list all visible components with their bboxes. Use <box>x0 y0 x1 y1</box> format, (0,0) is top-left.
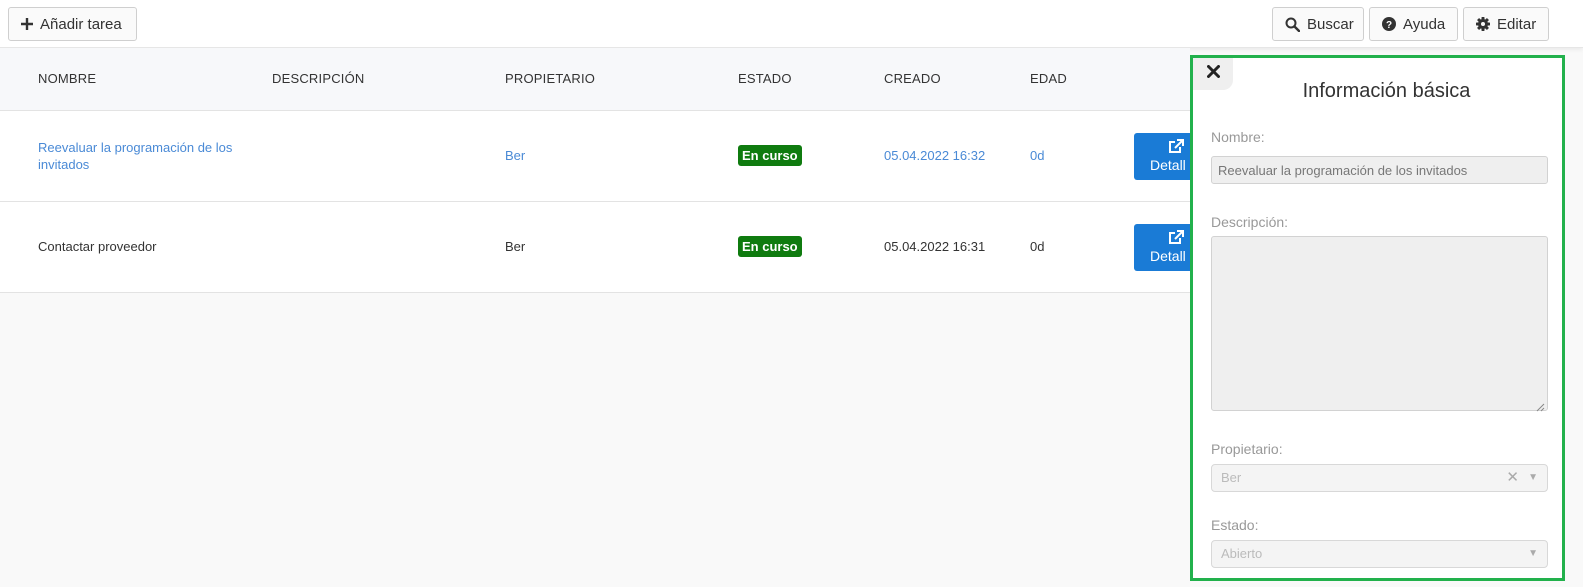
status-badge: En curso <box>738 236 802 257</box>
task-age: 0d <box>1030 239 1045 254</box>
resize-handle-icon[interactable] <box>1536 399 1545 412</box>
search-label: Buscar <box>1307 15 1354 33</box>
description-field[interactable] <box>1211 236 1548 412</box>
column-header-name[interactable]: NOMBRE <box>38 71 96 86</box>
status-select[interactable]: Abierto ▼ <box>1211 540 1548 568</box>
column-header-description[interactable]: DESCRIPCIÓN <box>272 71 365 86</box>
description-label: Descripción: <box>1211 214 1289 230</box>
toolbar: Añadir tarea Buscar ? Ayuda Editar <box>0 0 1583 48</box>
task-age[interactable]: 0d <box>1030 147 1044 164</box>
name-field[interactable] <box>1211 156 1548 184</box>
help-button[interactable]: ? Ayuda <box>1369 7 1458 41</box>
details-label: Detall <box>1150 248 1186 264</box>
name-label: Nombre: <box>1211 129 1265 145</box>
external-link-icon <box>1168 230 1184 248</box>
search-button[interactable]: Buscar <box>1272 7 1364 41</box>
clear-icon[interactable]: ✕ <box>1506 465 1519 491</box>
column-header-status[interactable]: ESTADO <box>738 71 792 86</box>
owner-select[interactable]: Ber ✕ ▼ <box>1211 464 1548 492</box>
edit-button[interactable]: Editar <box>1463 7 1549 41</box>
table-header: NOMBRE DESCRIPCIÓN PROPIETARIO ESTADO CR… <box>0 48 1190 111</box>
column-header-created[interactable]: CREADO <box>884 71 941 86</box>
task-owner: Ber <box>505 239 526 254</box>
owner-label: Propietario: <box>1211 441 1283 457</box>
details-button[interactable]: Detall <box>1134 224 1194 271</box>
add-task-label: Añadir tarea <box>40 15 122 33</box>
add-task-button[interactable]: Añadir tarea <box>8 7 137 41</box>
search-icon <box>1285 17 1300 32</box>
status-label: Estado: <box>1211 517 1259 533</box>
task-name-link[interactable]: Reevaluar la programación de los invitad… <box>38 139 248 173</box>
owner-select-value: Ber <box>1221 470 1242 485</box>
gear-icon <box>1476 17 1490 31</box>
external-link-icon <box>1168 139 1184 157</box>
svg-text:?: ? <box>1386 20 1392 31</box>
details-label: Detall <box>1150 157 1186 173</box>
chevron-down-icon[interactable]: ▼ <box>1528 465 1538 491</box>
chevron-down-icon[interactable]: ▼ <box>1528 541 1538 567</box>
plus-icon <box>21 18 33 30</box>
status-badge: En curso <box>738 145 802 166</box>
task-created: 05.04.2022 16:31 <box>884 239 986 254</box>
help-label: Ayuda <box>1403 15 1446 33</box>
status-select-value: Abierto <box>1221 546 1263 561</box>
basic-info-panel: Información básica Nombre: Descripción: … <box>1190 55 1565 581</box>
table-row[interactable]: Contactar proveedor Ber En curso 05.04.2… <box>0 202 1194 293</box>
edit-label: Editar <box>1497 15 1537 33</box>
panel-title: Información básica <box>1302 80 1471 102</box>
details-button[interactable]: Detall <box>1134 133 1194 180</box>
task-name[interactable]: Contactar proveedor <box>38 238 248 255</box>
question-circle-icon: ? <box>1382 17 1396 31</box>
column-header-age[interactable]: EDAD <box>1030 71 1067 86</box>
task-created[interactable]: 05.04.2022 16:32 <box>884 147 985 164</box>
column-header-owner[interactable]: PROPIETARIO <box>505 71 595 86</box>
table-row[interactable]: Reevaluar la programación de los invitad… <box>0 111 1194 202</box>
task-owner[interactable]: Ber <box>505 147 525 164</box>
